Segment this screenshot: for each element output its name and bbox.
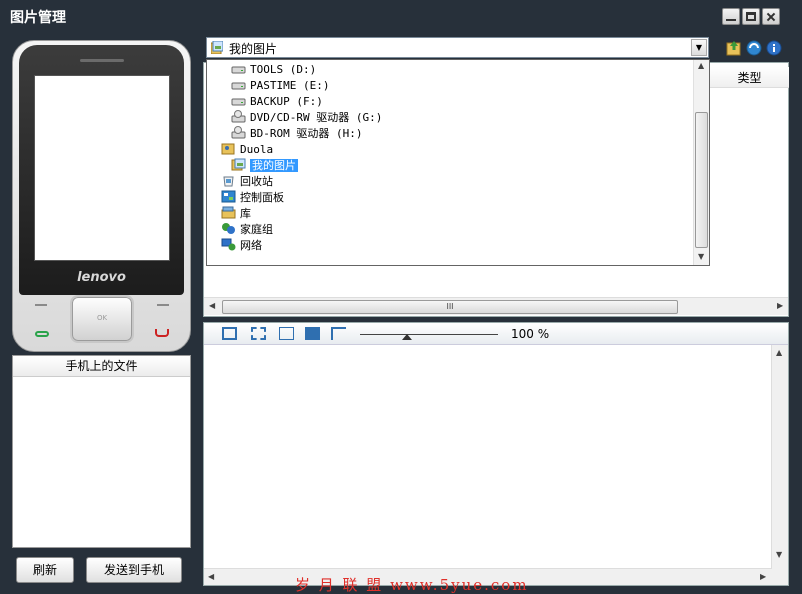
maximize-button[interactable] — [742, 8, 760, 25]
optical-drive-icon — [231, 110, 246, 123]
vertical-scroll-thumb[interactable] — [695, 112, 708, 248]
pictures-folder-icon — [231, 158, 246, 171]
scroll-right-icon[interactable]: ▶ — [760, 572, 766, 581]
list-item[interactable]: TOOLS (D:) — [231, 62, 316, 78]
maximize-icon — [746, 12, 756, 21]
rotate-icon[interactable] — [222, 327, 237, 340]
horizontal-scroll-thumb[interactable]: III — [222, 300, 678, 314]
phone-screen — [34, 75, 170, 261]
homegroup-icon — [222, 223, 235, 234]
item-label: Duola — [240, 143, 274, 156]
scroll-up-icon[interactable]: ▲ — [698, 61, 704, 70]
folder-up-icon[interactable] — [726, 40, 742, 56]
item-label: TOOLS (D:) — [250, 63, 317, 76]
actual-size-icon[interactable] — [279, 327, 294, 340]
fit-to-window-icon[interactable] — [251, 327, 266, 340]
item-label: BD-ROM 驱动器 (H:) — [250, 127, 363, 140]
item-label: 回收站 — [240, 175, 273, 188]
ok-key-label: OK — [96, 314, 108, 322]
phone-files-panel[interactable]: 手机上的文件 — [12, 355, 191, 548]
library-icon — [221, 206, 236, 219]
item-label: 家庭组 — [240, 223, 273, 236]
list-item[interactable]: 控制面板 — [221, 190, 284, 206]
list-item[interactable]: BACKUP (F:) — [231, 94, 323, 110]
list-item[interactable]: 网络 — [221, 238, 262, 254]
list-item-selected[interactable]: 我的图片 — [231, 158, 298, 174]
list-item[interactable]: PASTIME (E:) — [231, 78, 329, 94]
fullscreen-icon[interactable] — [305, 327, 320, 340]
drive-icon — [231, 82, 246, 90]
item-label: 库 — [240, 207, 251, 220]
call-key-icon — [35, 331, 49, 337]
chevron-down-icon[interactable]: ▼ — [691, 39, 707, 56]
left-softkey-icon — [35, 304, 47, 306]
scroll-down-icon[interactable]: ▼ — [698, 252, 704, 261]
scroll-down-icon[interactable]: ▼ — [776, 550, 782, 559]
phone-ok-key: OK — [70, 295, 134, 343]
item-label: BACKUP (F:) — [250, 95, 323, 108]
list-item[interactable]: 家庭组 — [221, 222, 273, 238]
image-viewer[interactable]: 100 % ▲ ▼ ◀ ▶ — [203, 322, 789, 586]
network-icon — [221, 238, 236, 251]
user-folder-icon — [221, 143, 235, 155]
drive-icon — [231, 66, 246, 74]
phone-speaker — [80, 59, 124, 62]
zoom-value: 100 % — [511, 327, 550, 341]
scroll-left-icon[interactable]: ◀ — [208, 572, 214, 581]
column-header-type[interactable]: 类型 — [710, 67, 789, 88]
drive-icon — [231, 98, 246, 106]
minimize-button[interactable] — [722, 8, 740, 25]
optical-drive-icon — [231, 126, 246, 139]
scroll-left-icon[interactable]: ◀ — [209, 301, 215, 310]
watermark-text: 岁 月 联 盟 www.5yue.com — [295, 576, 529, 594]
location-dropdown-list[interactable]: TOOLS (D:) PASTIME (E:) BACKUP (F:) DVD/… — [206, 59, 710, 266]
send-to-phone-button[interactable]: 发送到手机 — [86, 557, 182, 583]
phone-brand-logo: lenovo — [77, 270, 126, 285]
right-softkey-icon — [157, 304, 169, 306]
list-item[interactable]: DVD/CD-RW 驱动器 (G:) — [231, 110, 382, 126]
crop-icon[interactable] — [331, 327, 346, 340]
window-title: 图片管理 — [10, 10, 66, 26]
phone-keypad: OK — [13, 295, 192, 353]
control-panel-icon — [221, 190, 236, 203]
minimize-icon — [726, 19, 736, 21]
phone-files-header: 手机上的文件 — [13, 356, 190, 377]
list-item[interactable]: 库 — [221, 206, 251, 222]
item-label: PASTIME (E:) — [250, 79, 330, 92]
recycle-bin-icon — [223, 176, 234, 187]
info-icon[interactable] — [766, 40, 782, 56]
end-call-key-icon — [155, 329, 169, 337]
viewer-vertical-scrollbar[interactable]: ▲ ▼ — [771, 345, 788, 585]
item-label: 控制面板 — [240, 191, 284, 204]
title-bar: 图片管理 — [0, 0, 802, 32]
location-value: 我的图片 — [229, 42, 278, 56]
file-list-horizontal-scrollbar[interactable]: ◀ III ▶ — [204, 297, 788, 315]
item-label: 网络 — [240, 239, 262, 252]
pictures-folder-icon — [211, 41, 223, 54]
location-combobox[interactable]: 我的图片 ▼ — [206, 37, 709, 58]
dropdown-vertical-scrollbar[interactable]: ▲ ▼ — [693, 60, 709, 265]
list-item[interactable]: Duola — [221, 142, 273, 158]
close-button[interactable] — [762, 8, 780, 25]
zoom-slider-handle[interactable] — [402, 334, 412, 340]
scroll-right-icon[interactable]: ▶ — [777, 301, 783, 310]
list-item[interactable]: BD-ROM 驱动器 (H:) — [231, 126, 362, 142]
viewer-toolbar: 100 % — [204, 323, 788, 345]
refresh-button[interactable]: 刷新 — [16, 557, 74, 583]
item-label: 我的图片 — [250, 159, 298, 172]
scroll-grip: III — [446, 302, 454, 311]
phone-preview: lenovo OK — [12, 40, 191, 352]
scroll-up-icon[interactable]: ▲ — [776, 348, 782, 357]
zoom-slider[interactable] — [360, 334, 498, 335]
phone-body: lenovo — [19, 45, 184, 295]
refresh-globe-icon[interactable] — [746, 40, 762, 56]
list-item[interactable]: 回收站 — [221, 174, 273, 190]
item-label: DVD/CD-RW 驱动器 (G:) — [250, 111, 383, 124]
